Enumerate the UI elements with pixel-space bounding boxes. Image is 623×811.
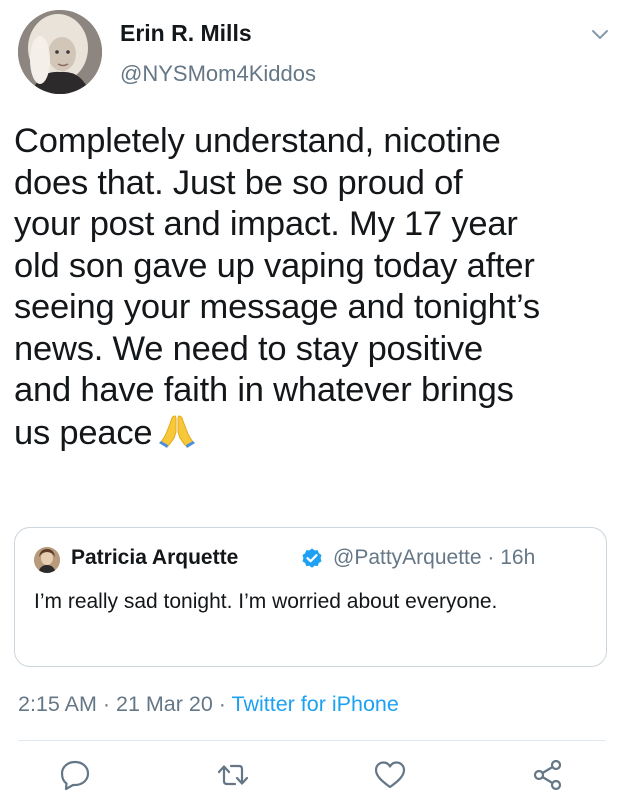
tweet-text: Completely understand, nicotine does tha… — [14, 121, 614, 454]
chevron-down-icon[interactable] — [588, 22, 612, 46]
quoted-author-name: Patricia Arquette — [71, 546, 239, 569]
tweet-text-line-last: us peace — [14, 412, 614, 455]
source-link[interactable]: Twitter for iPhone — [232, 692, 399, 716]
tweet-metadata: 2:15 AM · 21 Mar 20 · Twitter for iPhone — [18, 692, 399, 717]
reply-icon[interactable] — [58, 758, 92, 792]
like-icon[interactable] — [373, 758, 407, 792]
folded-hands-icon — [158, 412, 196, 448]
tweet-text-line: your post and impact. My 17 year — [14, 205, 518, 243]
tweet-text-line: old son gave up vaping today after — [14, 246, 535, 285]
action-bar — [0, 758, 623, 798]
divider — [18, 740, 606, 741]
tweet-text-line: does that. Just be so proud of — [14, 163, 463, 202]
retweet-icon[interactable] — [216, 758, 250, 792]
share-icon[interactable] — [531, 758, 565, 792]
tweet: Erin R. Mills @NYSMom4Kiddos Completely … — [0, 0, 623, 811]
tweet-text-line: seeing your message and tonight’s — [14, 288, 540, 326]
timestamp[interactable]: 2:15 AM · 21 Mar 20 · — [18, 692, 232, 716]
tweet-text-line: and have faith in whatever brings — [14, 371, 514, 409]
author-avatar[interactable] — [18, 10, 102, 94]
tweet-text-line: us peace — [14, 413, 153, 452]
author-handle[interactable]: @NYSMom4Kiddos — [120, 61, 316, 87]
quoted-tweet-text: I’m really sad tonight. I’m worried abou… — [34, 590, 498, 613]
tweet-text-line: news. We need to stay positive — [14, 329, 483, 368]
verified-badge-icon — [300, 547, 324, 571]
quoted-author-avatar — [34, 547, 60, 573]
tweet-text-line: Completely understand, nicotine — [14, 122, 501, 160]
quoted-tweet[interactable]: Patricia Arquette @PattyArquette · 16h I… — [14, 527, 607, 667]
author-name[interactable]: Erin R. Mills — [120, 20, 252, 47]
quoted-handle-time: @PattyArquette · 16h — [333, 546, 536, 569]
